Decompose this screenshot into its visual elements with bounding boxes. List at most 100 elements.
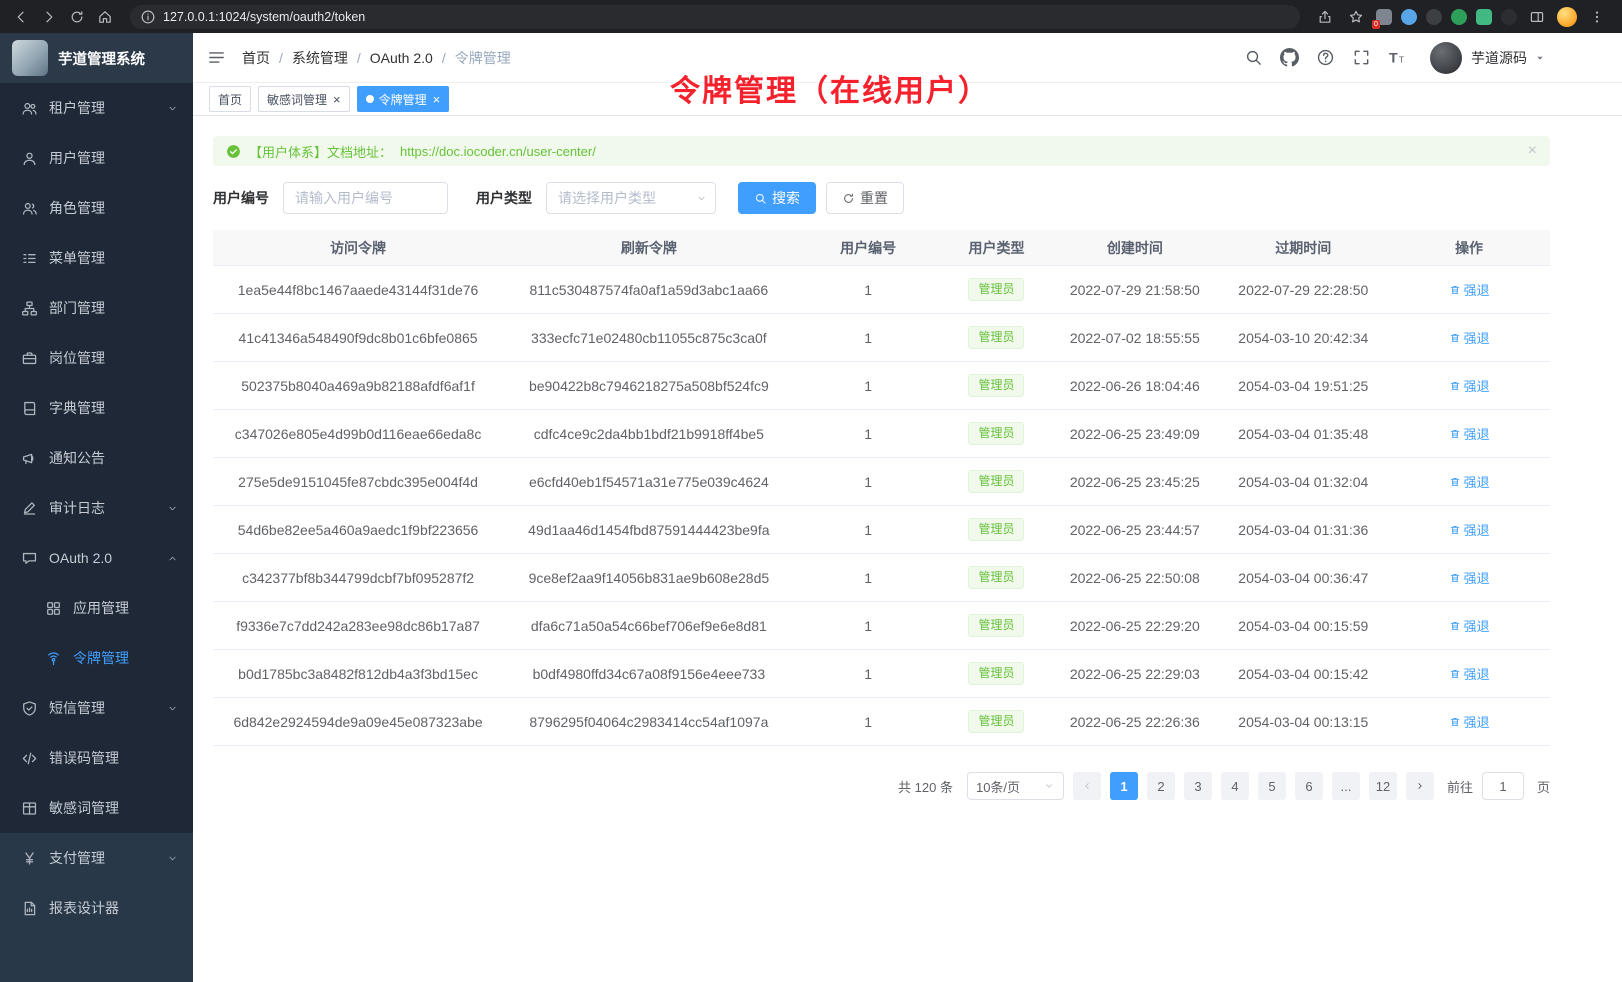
back-icon[interactable] — [10, 6, 32, 28]
sidebar-item-OAuth 2.0[interactable]: OAuth 2.0 — [0, 533, 193, 583]
force-logout-button[interactable]: 强退 — [1449, 472, 1490, 491]
sidebar-item-审计日志[interactable]: 审计日志 — [0, 483, 193, 533]
alert-close-icon[interactable]: × — [1528, 143, 1537, 159]
force-logout-button[interactable]: 强退 — [1449, 376, 1490, 395]
doc-link[interactable]: https://doc.iocoder.cn/user-center/ — [400, 144, 596, 159]
sidebar-item-用户管理[interactable]: 用户管理 — [0, 133, 193, 183]
force-logout-button[interactable]: 强退 — [1449, 280, 1490, 299]
page-button-3[interactable]: 3 — [1184, 772, 1212, 800]
breadcrumb-item[interactable]: 系统管理 — [292, 48, 348, 68]
breadcrumb-item[interactable]: 首页 — [242, 48, 270, 68]
refresh-token-cell: 811c530487574fa0af1a59d3abc1aa66 — [503, 282, 794, 298]
site-info-icon[interactable] — [140, 9, 156, 25]
user-avatar[interactable] — [1430, 42, 1462, 74]
search-button[interactable]: 搜索 — [738, 182, 816, 214]
more-pages-button[interactable]: ... — [1332, 772, 1360, 800]
sidebar-item-部门管理[interactable]: 部门管理 — [0, 283, 193, 333]
table-row: c347026e805e4d99b0d116eae66eda8ccdfc4ce9… — [213, 410, 1550, 458]
goto-page-input[interactable] — [1482, 772, 1524, 800]
url-bar[interactable]: 127.0.0.1:1024/system/oauth2/token — [130, 5, 1300, 29]
page-button-2[interactable]: 2 — [1147, 772, 1175, 800]
tab-close-icon[interactable]: × — [433, 93, 441, 106]
reset-button[interactable]: 重置 — [826, 182, 904, 214]
table-body: 1ea5e44f8bc1467aaede43144f31de76811c5304… — [213, 266, 1550, 746]
split-view-icon[interactable] — [1526, 6, 1548, 28]
sidebar-item-敏感词管理[interactable]: 敏感词管理 — [0, 783, 193, 833]
font-size-icon[interactable]: TT — [1388, 48, 1407, 67]
extension-icon[interactable] — [1426, 9, 1442, 25]
sidebar-item-支付管理[interactable]: 支付管理 — [0, 833, 193, 883]
force-logout-button[interactable]: 强退 — [1449, 664, 1490, 683]
github-icon[interactable] — [1280, 48, 1299, 67]
sidebar-item-短信管理[interactable]: 短信管理 — [0, 683, 193, 733]
sidebar-item-通知公告[interactable]: 通知公告 — [0, 433, 193, 483]
extension-icon[interactable] — [1401, 9, 1417, 25]
trash-icon — [1449, 332, 1461, 344]
column-header: 用户类型 — [942, 238, 1052, 258]
app-logo[interactable]: 芋道管理系统 — [0, 33, 193, 83]
user-name[interactable]: 芋道源码 — [1471, 48, 1527, 68]
user-type-cell: 管理员 — [942, 374, 1052, 396]
sidebar-item-岗位管理[interactable]: 岗位管理 — [0, 333, 193, 383]
forward-icon[interactable] — [38, 6, 60, 28]
breadcrumb-item[interactable]: OAuth 2.0 — [370, 50, 433, 66]
vue-devtools-icon[interactable] — [1476, 9, 1492, 25]
force-logout-button[interactable]: 强退 — [1449, 520, 1490, 539]
force-logout-button[interactable]: 强退 — [1449, 712, 1490, 731]
sidebar-item-字典管理[interactable]: 字典管理 — [0, 383, 193, 433]
fullscreen-icon[interactable] — [1352, 48, 1371, 67]
user-type-select-input[interactable] — [546, 182, 716, 214]
page-button-4[interactable]: 4 — [1221, 772, 1249, 800]
view-tab-敏感词管理[interactable]: 敏感词管理× — [258, 86, 350, 112]
force-logout-button[interactable]: 强退 — [1449, 568, 1490, 587]
force-logout-button[interactable]: 强退 — [1449, 424, 1490, 443]
view-tab-首页[interactable]: 首页 — [209, 86, 251, 112]
sidebar-item-错误码管理[interactable]: 错误码管理 — [0, 733, 193, 783]
sidebar-item-菜单管理[interactable]: 菜单管理 — [0, 233, 193, 283]
share-icon[interactable] — [1314, 6, 1336, 28]
prev-page-button[interactable] — [1073, 772, 1101, 800]
refresh-token-cell: be90422b8c7946218275a508bf524fc9 — [503, 378, 794, 394]
extension-icon[interactable] — [1451, 9, 1467, 25]
page-button-5[interactable]: 5 — [1258, 772, 1286, 800]
extension-icon[interactable]: 0 — [1376, 9, 1392, 25]
tab-close-icon[interactable]: × — [333, 93, 341, 106]
bookmark-star-icon[interactable] — [1345, 6, 1367, 28]
page-button-1[interactable]: 1 — [1110, 772, 1138, 800]
sidebar-subitem-应用管理[interactable]: 应用管理 — [0, 583, 193, 633]
sidebar-collapse-icon[interactable] — [207, 48, 226, 67]
browser-profile-avatar[interactable] — [1557, 7, 1577, 27]
extension-icon[interactable] — [1501, 9, 1517, 25]
goto-label: 前往 — [1447, 777, 1473, 796]
page-button-6[interactable]: 6 — [1295, 772, 1323, 800]
view-tab-令牌管理[interactable]: 令牌管理× — [357, 86, 450, 112]
user-type-cell: 管理员 — [942, 326, 1052, 348]
browser-menu-icon[interactable] — [1586, 6, 1608, 28]
sidebar-item-报表设计器[interactable]: 报表设计器 — [0, 883, 193, 933]
sidebar-subitem-令牌管理[interactable]: 令牌管理 — [0, 633, 193, 683]
page-button-12[interactable]: 12 — [1369, 772, 1397, 800]
expire-time-cell: 2054-03-04 00:13:15 — [1218, 714, 1388, 730]
select-caret-icon — [1043, 780, 1055, 792]
user-type-cell: 管理员 — [942, 278, 1052, 300]
sidebar-menu: 租户管理用户管理角色管理菜单管理部门管理岗位管理字典管理通知公告审计日志OAut… — [0, 83, 193, 833]
user-type-select[interactable] — [546, 182, 716, 214]
create-time-cell: 2022-06-25 23:44:57 — [1051, 522, 1218, 538]
reload-icon[interactable] — [66, 6, 88, 28]
user-id-input[interactable] — [283, 182, 448, 214]
actions-cell: 强退 — [1388, 328, 1550, 347]
next-page-button[interactable] — [1406, 772, 1434, 800]
help-icon[interactable] — [1316, 48, 1335, 67]
force-logout-button[interactable]: 强退 — [1449, 328, 1490, 347]
actions-cell: 强退 — [1388, 520, 1550, 539]
search-icon[interactable] — [1244, 48, 1263, 67]
force-logout-button[interactable]: 强退 — [1449, 616, 1490, 635]
sidebar-item-角色管理[interactable]: 角色管理 — [0, 183, 193, 233]
caret-down-icon[interactable] — [1534, 52, 1546, 64]
user-id-cell: 1 — [795, 330, 942, 346]
page-size-select[interactable]: 10条/页 — [967, 772, 1064, 800]
sidebar-item-label: 岗位管理 — [49, 348, 179, 368]
user-type-cell: 管理员 — [942, 470, 1052, 492]
sidebar-item-租户管理[interactable]: 租户管理 — [0, 83, 193, 133]
home-icon[interactable] — [94, 6, 116, 28]
